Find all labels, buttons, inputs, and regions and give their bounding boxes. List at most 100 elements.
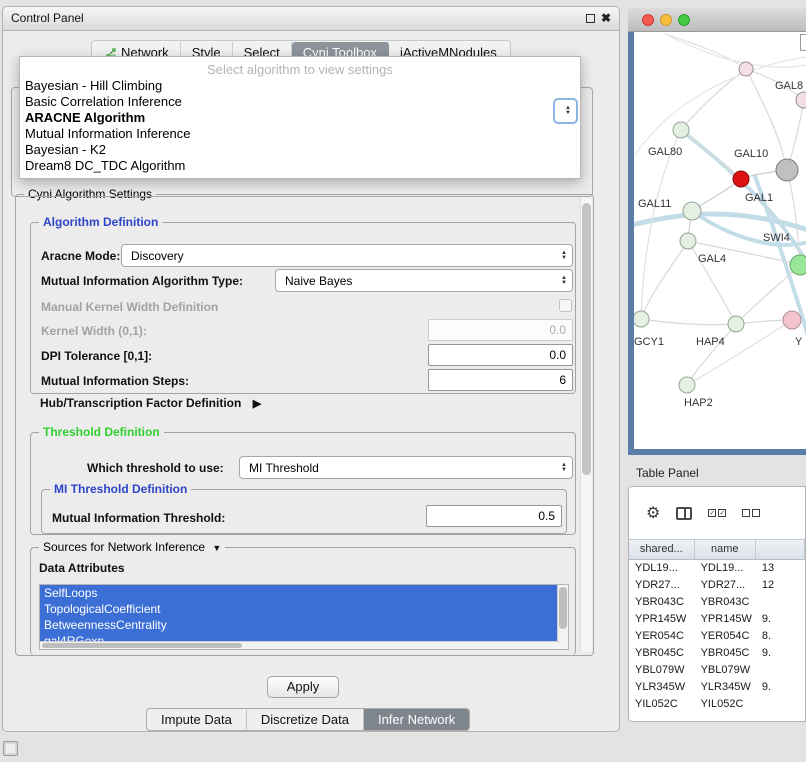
settings-scrollbar-thumb[interactable]: [582, 203, 591, 475]
node-pink-right[interactable]: [783, 311, 801, 329]
node-gal4[interactable]: [680, 233, 696, 249]
manual-kernel-checkbox[interactable]: [559, 299, 572, 312]
network-canvas[interactable]: GAL8GAL80GAL10GAL11GAL1SWI4GAL4GCY1HAP4Y…: [634, 32, 806, 449]
mi-threshold-label: Mutual Information Threshold:: [52, 511, 225, 525]
table-row[interactable]: YBL079WYBL079W: [629, 662, 805, 679]
table-cell: YIL052C: [695, 696, 756, 713]
columns-icon[interactable]: [676, 507, 692, 520]
attribute-list-hscroll-thumb[interactable]: [42, 643, 242, 648]
table-cell: YIL052C: [629, 696, 695, 713]
apply-button[interactable]: Apply: [267, 676, 339, 698]
node-pink-top[interactable]: [739, 62, 753, 76]
table-cell: 8.: [756, 628, 805, 645]
network-graph: GAL8GAL80GAL10GAL11GAL1SWI4GAL4GCY1HAP4Y…: [634, 32, 806, 449]
popup-items: Bayesian - Hill ClimbingBasic Correlatio…: [20, 78, 580, 174]
settings-scrollbar[interactable]: [580, 198, 592, 652]
bottom-tabs: Impute DataDiscretize DataInfer Network: [146, 708, 470, 731]
table-row[interactable]: YER054CYER054C8.: [629, 628, 805, 645]
algorithm-combo-fragment[interactable]: ▲▼: [553, 98, 578, 124]
mi-type-label: Mutual Information Algorithm Type:: [41, 274, 243, 288]
close-icon[interactable]: ✖: [601, 11, 611, 25]
column-header-col2[interactable]: [756, 540, 805, 559]
node-swi4-green[interactable]: [790, 255, 806, 275]
hub-definition-label: Hub/Transcription Factor Definition: [40, 396, 241, 410]
attribute-list-vscrollbar[interactable]: [557, 585, 568, 649]
algorithm-option-bayesian-k2[interactable]: Bayesian - K2: [20, 142, 580, 158]
mi-type-combobox[interactable]: Naive Bayes ▲▼: [275, 269, 573, 292]
network-edge[interactable]: [687, 324, 736, 385]
node-gcy1[interactable]: [634, 311, 649, 327]
birdseye-toggle-icon[interactable]: [800, 34, 806, 51]
node-label-hap4: HAP4: [696, 336, 725, 348]
node-gal11[interactable]: [683, 202, 701, 220]
node-gal10[interactable]: [776, 159, 798, 181]
table-cell: 9.: [756, 611, 805, 628]
hub-definition-toggle[interactable]: Hub/Transcription Factor Definition ▶: [40, 396, 261, 410]
attribute-item-selfloops[interactable]: SelfLoops: [40, 585, 568, 601]
table-row[interactable]: YIL052CYIL052C: [629, 696, 805, 713]
mi-steps-field[interactable]: 6: [428, 369, 573, 391]
combo-arrows-icon: ▲▼: [561, 276, 567, 286]
algorithm-option-aracne-algorithm[interactable]: ARACNE Algorithm: [20, 110, 580, 126]
dpi-tolerance-field[interactable]: 0.0: [428, 344, 573, 366]
table-cell: 13: [756, 560, 805, 577]
mi-threshold-group-title: MI Threshold Definition: [50, 482, 191, 496]
table-cell: YLR345W: [629, 679, 695, 696]
combo-arrows-icon: ▲▼: [561, 463, 567, 473]
network-window-titlebar[interactable]: [628, 8, 806, 32]
float-window-icon[interactable]: [586, 14, 595, 23]
checked-pair-icon[interactable]: ✓✓: [708, 509, 726, 517]
node-hap2[interactable]: [679, 377, 695, 393]
table-cell: YDL19...: [629, 560, 695, 577]
zoom-traffic-light-icon[interactable]: [678, 14, 690, 26]
attribute-item-topologicalcoefficient[interactable]: TopologicalCoefficient: [40, 601, 568, 617]
bottom-tab-impute-data[interactable]: Impute Data: [147, 709, 247, 730]
kernel-width-field[interactable]: 0.0: [428, 319, 573, 341]
attribute-item-betweennesscentrality[interactable]: BetweennessCentrality: [40, 617, 568, 633]
aracne-mode-combobox[interactable]: Discovery ▲▼: [121, 244, 573, 267]
control-panel-titlebar[interactable]: Control Panel ✖: [3, 7, 619, 31]
table-row[interactable]: YDR27...YDR27...12: [629, 577, 805, 594]
table-row[interactable]: YPR145WYPR145W9.: [629, 611, 805, 628]
which-threshold-value: MI Threshold: [249, 461, 319, 475]
table-row[interactable]: YDL19...YDL19...13: [629, 560, 805, 577]
which-threshold-combobox[interactable]: MI Threshold ▲▼: [239, 456, 573, 479]
algorithm-option-mutual-information-inference[interactable]: Mutual Information Inference: [20, 126, 580, 142]
table-row[interactable]: YBR043CYBR043C: [629, 594, 805, 611]
table-panel-title: Table Panel: [636, 466, 699, 480]
algorithm-option-bayesian-hill-climbing[interactable]: Bayesian - Hill Climbing: [20, 78, 580, 94]
minimize-traffic-light-icon[interactable]: [660, 14, 672, 26]
network-edge[interactable]: [641, 241, 688, 319]
table-cell: [756, 696, 805, 713]
threshold-definition-group: Threshold Definition Which threshold to …: [30, 432, 576, 535]
table-row[interactable]: YLR345WYLR345W9.: [629, 679, 805, 696]
table-cell: YPR145W: [629, 611, 695, 628]
algorithm-option-dream8-dc-tdc-algorithm[interactable]: Dream8 DC_TDC Algorithm: [20, 158, 580, 174]
node-hap4[interactable]: [728, 316, 744, 332]
table-cell: YBR043C: [629, 594, 695, 611]
bottom-tab-discretize-data[interactable]: Discretize Data: [247, 709, 364, 730]
table-cell: [756, 662, 805, 679]
network-edge[interactable]: [681, 130, 741, 179]
column-header-shared[interactable]: shared...: [629, 540, 695, 559]
column-header-name[interactable]: name: [695, 540, 756, 559]
mi-threshold-field[interactable]: 0.5: [426, 505, 562, 527]
attribute-list-vscroll-thumb[interactable]: [559, 587, 567, 629]
unchecked-pair-icon[interactable]: [742, 509, 760, 517]
close-traffic-light-icon[interactable]: [642, 14, 654, 26]
bottom-tab-infer-network[interactable]: Infer Network: [364, 709, 469, 730]
table-cell: YER054C: [629, 628, 695, 645]
table-row[interactable]: YBR045CYBR045C9.: [629, 645, 805, 662]
node-gal1-red[interactable]: [733, 171, 749, 187]
network-edge[interactable]: [641, 319, 736, 325]
node-label-gal10: GAL10: [734, 148, 768, 160]
gear-icon[interactable]: ⚙: [646, 503, 660, 523]
network-edge[interactable]: [634, 56, 806, 156]
network-edge[interactable]: [681, 69, 746, 130]
attribute-list-hscrollbar[interactable]: [40, 641, 559, 649]
network-edge[interactable]: [641, 130, 681, 319]
node-label-gal4: GAL4: [698, 253, 726, 265]
node-gal80[interactable]: [673, 122, 689, 138]
sources-group-title[interactable]: Sources for Network Inference ▼: [39, 540, 225, 554]
algorithm-option-basic-correlation-inference[interactable]: Basic Correlation Inference: [20, 94, 580, 110]
